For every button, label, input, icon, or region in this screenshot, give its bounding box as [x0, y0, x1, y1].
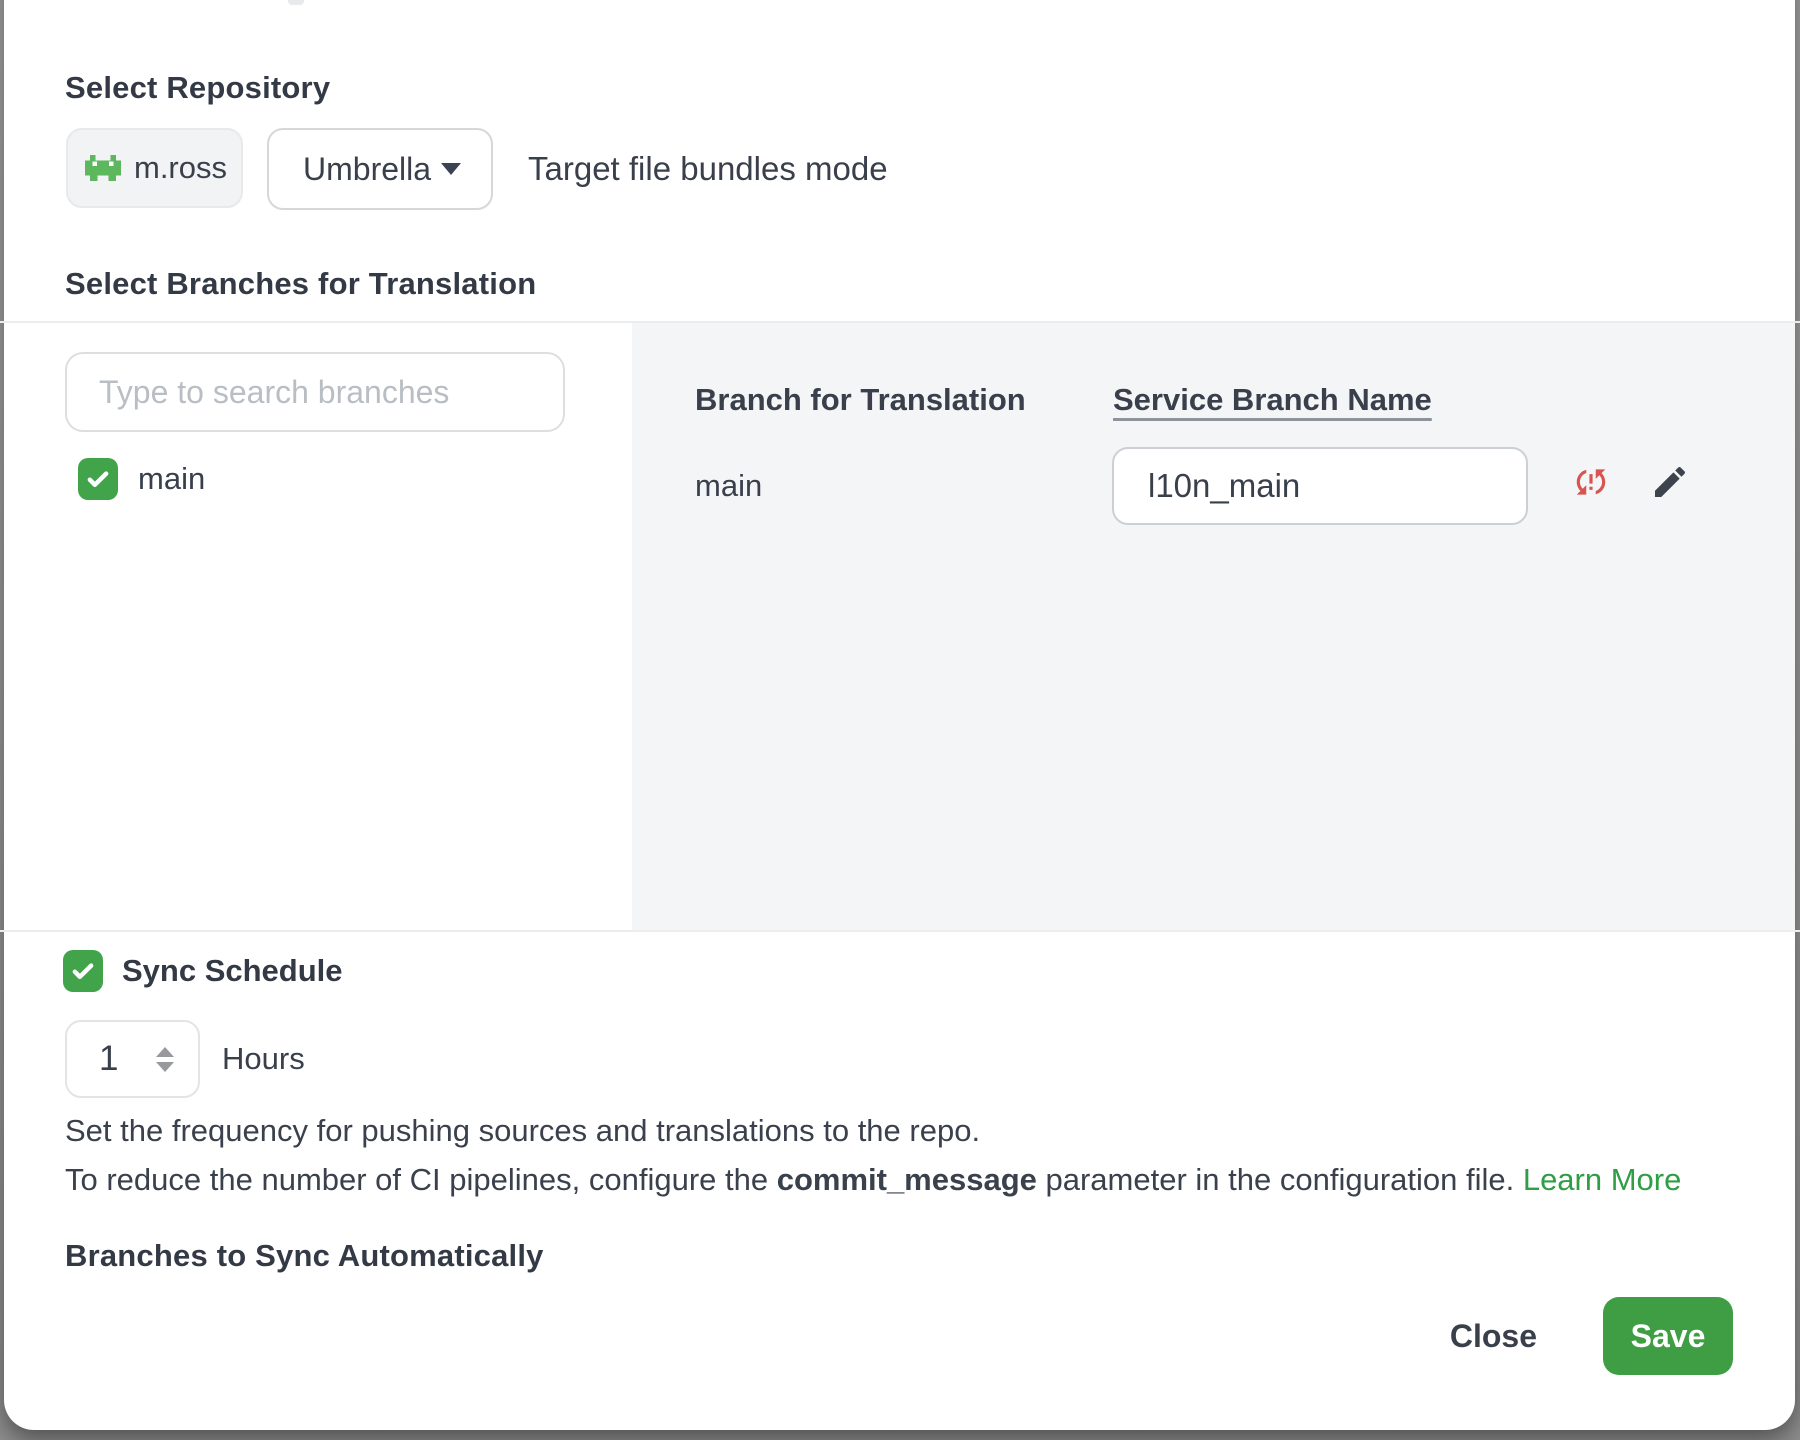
interval-unit-label: Hours — [222, 1020, 305, 1098]
save-button[interactable]: Save — [1603, 1297, 1733, 1375]
repository-account-chip[interactable]: m.ross — [66, 128, 243, 208]
arrow-down-icon — [156, 1062, 174, 1072]
checkmark-icon — [84, 465, 112, 493]
branch-list-item-main[interactable]: main — [78, 458, 205, 500]
modal-footer: Close Save — [0, 1297, 1733, 1375]
branch-search-input[interactable] — [65, 352, 565, 432]
commit-message-param: commit_message — [777, 1162, 1037, 1197]
target-mode-text: Target file bundles mode — [528, 128, 888, 210]
sync-warning-button[interactable] — [1572, 463, 1610, 501]
column-header-service-branch-name[interactable]: Service Branch Name — [1113, 382, 1432, 418]
learn-more-link[interactable]: Learn More — [1523, 1162, 1682, 1197]
branches-to-sync-heading: Branches to Sync Automatically — [65, 1238, 544, 1274]
interval-number-select[interactable]: 1 — [65, 1020, 200, 1098]
branch-checkbox-checked[interactable] — [78, 458, 118, 500]
sync-schedule-toggle[interactable]: Sync Schedule — [63, 950, 343, 992]
pencil-icon — [1650, 462, 1690, 502]
checkmark-icon — [69, 957, 97, 985]
repo-sync-settings-modal: Select Repository m.ross Umbrella Target… — [0, 0, 1800, 1440]
repository-account-name: m.ross — [134, 150, 227, 186]
select-repository-heading: Select Repository — [65, 70, 330, 106]
sync-schedule-label: Sync Schedule — [122, 953, 343, 989]
service-branch-name-input[interactable] — [1112, 447, 1528, 525]
section-divider-bottom — [0, 930, 1800, 932]
help-text-prefix: To reduce the number of CI pipelines, co… — [65, 1162, 777, 1197]
column-header-branch-for-translation: Branch for Translation — [695, 382, 1026, 418]
cutoff-element-artifact — [288, 0, 304, 5]
close-button[interactable]: Close — [1440, 1318, 1547, 1355]
project-dropdown-value: Umbrella — [303, 151, 431, 188]
edit-service-branch-button[interactable] — [1650, 462, 1690, 502]
sync-schedule-checkbox-checked[interactable] — [63, 950, 103, 992]
ci-pipelines-help-text: To reduce the number of CI pipelines, co… — [65, 1162, 1681, 1198]
project-dropdown[interactable]: Umbrella — [267, 128, 493, 210]
pixel-avatar-icon — [85, 151, 121, 185]
frequency-help-text: Set the frequency for pushing sources an… — [65, 1113, 980, 1149]
arrow-up-icon — [156, 1047, 174, 1057]
stepper-arrows-icon[interactable] — [156, 1047, 174, 1072]
chevron-down-icon — [441, 163, 461, 175]
help-text-suffix: parameter in the configuration file. — [1037, 1162, 1523, 1197]
interval-value: 1 — [99, 1039, 118, 1079]
sync-problem-icon — [1572, 463, 1610, 501]
select-branches-heading: Select Branches for Translation — [65, 266, 536, 302]
table-row-branch-name: main — [695, 447, 762, 525]
branch-list-item-label: main — [138, 461, 205, 497]
